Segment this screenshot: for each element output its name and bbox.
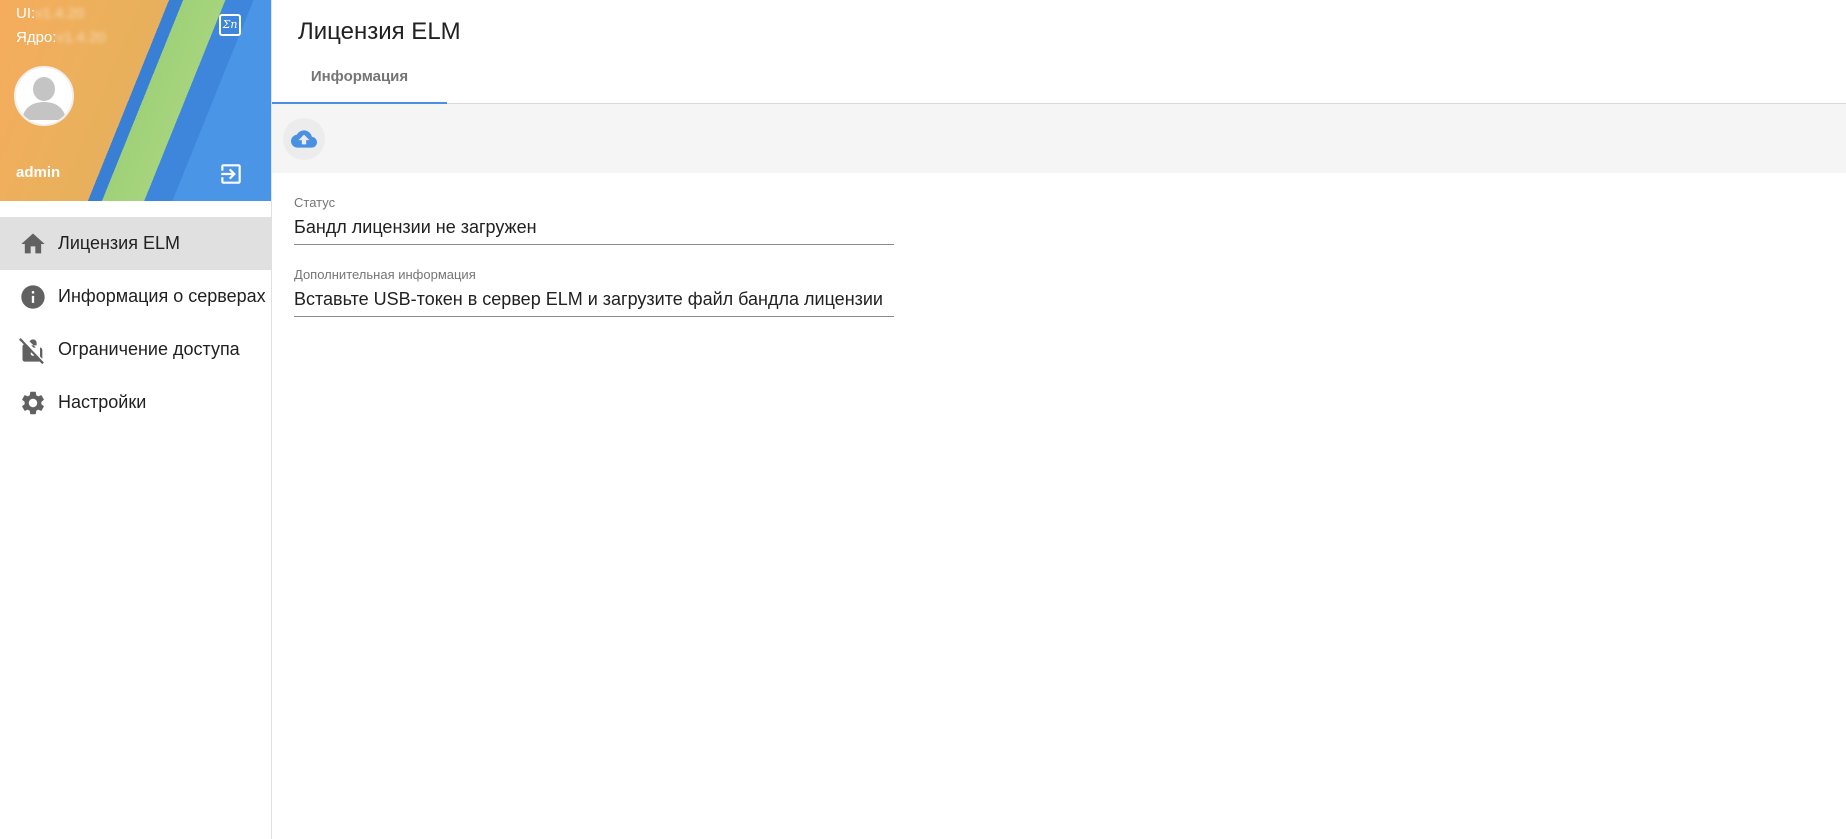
sidebar-item-label: Ограничение доступа [58,339,240,359]
status-label: Статус [294,195,336,210]
sidebar-item-label: Лицензия ELM [58,233,180,253]
lock-off-icon [19,337,44,364]
additional-info-value: Вставьте USB-токен в сервер ELM и загруз… [294,289,883,309]
username: admin [16,164,61,181]
additional-info-label: Дополнительная информация [294,267,476,282]
status-value: Бандл лицензии не загружен [294,217,537,237]
core-version-label: Ядро: [16,29,57,46]
avatar [14,66,74,126]
gear-icon [22,391,44,414]
sidebar: UI:v1.4.20 Ядро:v1.4.20 Σn admin Лицензи… [0,0,272,839]
tab-information[interactable]: Информация [272,58,447,104]
sidebar-item-label: Информация о серверах [58,286,266,306]
logout-icon-graphic [221,164,241,184]
cloud-upload-icon [291,130,317,148]
sidebar-item-settings[interactable]: Настройки [0,376,271,429]
toolbar [272,104,1846,173]
status-field: Статус Бандл лицензии не загружен [294,195,894,245]
ui-version-value: v1.4.20 [35,5,85,22]
sidebar-item-access-restriction[interactable]: Ограничение доступа [0,323,271,376]
info-icon [21,284,45,309]
upload-button[interactable] [283,118,325,160]
ui-version: UI:v1.4.20 [16,5,84,22]
sidebar-nav: Лицензия ELM Информация о серверах Огран… [0,217,271,429]
page-title: Лицензия ELM [298,18,461,45]
core-version-value: v1.4.20 [56,29,106,46]
sidebar-item-label: Настройки [58,392,147,412]
language-icon[interactable]: Σn [219,14,241,36]
core-version: Ядро:v1.4.20 [16,29,106,46]
main-content: Лицензия ELM Информация Статус Бандл лиц… [272,0,1846,839]
home-icon [21,233,45,253]
sidebar-item-elm-license[interactable]: Лицензия ELM [0,217,271,270]
ui-version-label: UI: [16,5,36,22]
sidebar-item-server-info[interactable]: Информация о серверах [0,270,271,323]
tab-bar: Информация [272,58,1846,104]
additional-info-field: Дополнительная информация Вставьте USB-т… [294,267,894,317]
user-silhouette-icon [16,68,72,124]
logout-icon[interactable] [218,161,244,187]
profile-header: UI:v1.4.20 Ядро:v1.4.20 Σn admin [0,0,271,201]
